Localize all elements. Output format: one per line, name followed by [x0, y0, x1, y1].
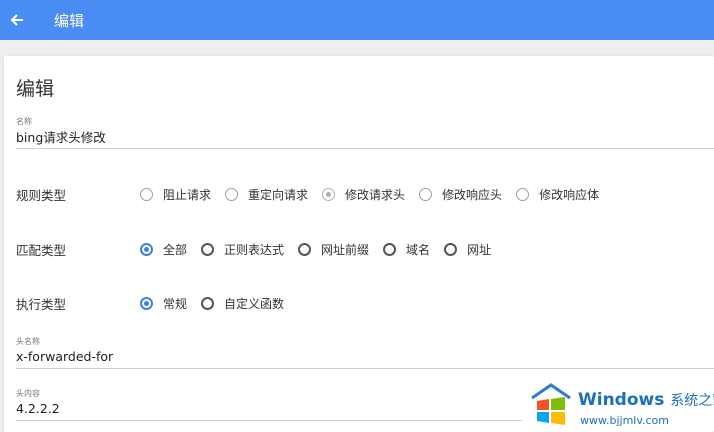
match-type-option-url-prefix[interactable]: 网址前缀	[298, 241, 369, 258]
rule-type-option-redirect[interactable]: 重定向请求	[225, 186, 308, 203]
radio-icon	[140, 188, 153, 201]
rule-type-option-modify-request-header[interactable]: 修改请求头	[322, 186, 405, 203]
header-value-label: 头内容	[16, 389, 40, 398]
app-bar: 编辑	[0, 0, 714, 40]
exec-type-label: 执行类型	[16, 297, 67, 312]
radio-icon	[225, 188, 239, 201]
radio-icon	[298, 243, 312, 256]
match-type-row: 匹配类型 全部 正则表达式 网址前缀 域名 网址	[16, 240, 505, 259]
radio-icon	[201, 297, 215, 310]
rule-type-option-modify-response-header[interactable]: 修改响应头	[419, 186, 502, 203]
rule-type-option-block[interactable]: 阻止请求	[140, 186, 211, 203]
match-type-label: 匹配类型	[16, 243, 67, 258]
watermark-title: Windows 系统之家	[578, 390, 714, 410]
match-type-option-url[interactable]: 网址	[444, 241, 491, 258]
rule-type-option-modify-response-body[interactable]: 修改响应体	[516, 186, 599, 203]
back-button[interactable]	[2, 5, 32, 35]
exec-type-row: 执行类型 常规 自定义函数	[16, 294, 298, 313]
app-bar-title: 编辑	[54, 11, 85, 30]
match-type-option-all[interactable]: 全部	[140, 241, 187, 258]
radio-icon	[444, 243, 458, 256]
watermark: Windows 系统之家 www.bjjmlv.com	[524, 380, 714, 430]
rule-type-row: 规则类型 阻止请求 重定向请求 修改请求头 修改响应头 修改响应体	[16, 185, 613, 204]
arrow-left-icon	[10, 14, 23, 26]
radio-icon	[201, 243, 215, 256]
form-title: 编辑	[16, 78, 55, 100]
name-label: 名称	[16, 117, 32, 126]
watermark-url: www.bjjmlv.com	[580, 414, 669, 427]
edit-form-card: 编辑 名称 规则类型 阻止请求 重定向请求 修改请求头 修改响应头 修改响应体 …	[4, 56, 714, 432]
radio-checked-icon	[322, 188, 336, 201]
windows-logo-icon	[531, 383, 571, 425]
match-type-option-regex[interactable]: 正则表达式	[201, 241, 284, 258]
name-field: 名称	[16, 116, 714, 149]
header-value-input[interactable]	[16, 399, 522, 421]
header-value-field: 头内容	[16, 388, 522, 421]
name-input[interactable]	[16, 127, 714, 149]
radio-icon	[383, 243, 397, 256]
radio-checked-icon	[140, 243, 153, 256]
exec-type-option-custom-function[interactable]: 自定义函数	[201, 295, 284, 312]
radio-icon	[419, 188, 433, 201]
header-name-input[interactable]	[16, 347, 714, 369]
radio-icon	[516, 188, 530, 201]
match-type-option-domain[interactable]: 域名	[383, 241, 430, 258]
exec-type-option-normal[interactable]: 常规	[140, 295, 187, 312]
header-name-label: 头名称	[16, 337, 40, 346]
rule-type-label: 规则类型	[16, 188, 67, 203]
header-name-field: 头名称	[16, 336, 714, 369]
radio-checked-icon	[140, 297, 153, 310]
